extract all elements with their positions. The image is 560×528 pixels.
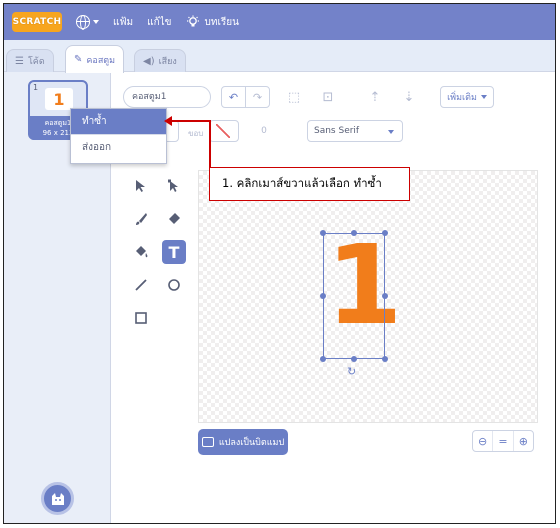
arrow-pointer-icon <box>136 180 145 192</box>
font-dropdown[interactable]: Sans Serif <box>307 120 403 142</box>
tab-code[interactable]: ☰ โค้ด <box>6 49 54 72</box>
zoom-reset-button[interactable]: = <box>493 431 514 451</box>
reshape-tool[interactable] <box>162 174 186 198</box>
more-label: เพิ่มเติม <box>447 93 477 103</box>
undo-icon: ↶ <box>228 90 239 104</box>
editor-tabs: ☰ โค้ด ✎ คอสตูม ◀) เสียง <box>4 40 555 73</box>
tab-code-label: โค้ด <box>27 57 45 67</box>
costume-context-menu: ทำซ้ำ ส่งออก <box>70 108 167 164</box>
cat-icon <box>51 492 64 505</box>
rotate-handle-icon[interactable]: ↻ <box>347 365 356 378</box>
menu-item-duplicate[interactable]: ทำซ้ำ <box>71 109 166 134</box>
resize-handle[interactable] <box>351 230 357 236</box>
menu-item-export[interactable]: ส่งออก <box>71 135 166 160</box>
menu-bar: SCRATCH แฟ้ม แก้ไข บทเรียน <box>4 4 555 40</box>
costume-thumbnail: 1 <box>45 88 73 110</box>
selection-box[interactable] <box>323 233 385 359</box>
annotation-connector <box>209 120 211 168</box>
brush-tool[interactable] <box>129 207 153 231</box>
image-icon <box>201 437 214 447</box>
outline-label: ขอบ <box>188 129 204 138</box>
line-icon <box>135 279 147 291</box>
rectangle-icon <box>135 312 147 324</box>
font-label: Sans Serif <box>314 126 360 136</box>
zoom-in-button[interactable]: ⊕ <box>514 431 533 451</box>
tab-sounds[interactable]: ◀) เสียง <box>134 49 186 72</box>
tab-sounds-label: เสียง <box>158 57 177 67</box>
outline-width-input[interactable]: 0 <box>249 120 279 142</box>
circle-icon <box>168 279 180 291</box>
tab-costumes[interactable]: ✎ คอสตูม <box>65 45 125 73</box>
convert-label: แปลงเป็นบิตแมป <box>218 438 285 448</box>
costume-number: 1 <box>33 83 39 92</box>
resize-handle[interactable] <box>351 356 357 362</box>
brush-icon <box>136 213 147 225</box>
redo-button[interactable]: ↷ <box>245 86 270 108</box>
brush-icon: ✎ <box>74 54 83 65</box>
resize-handle[interactable] <box>320 230 326 236</box>
eraser-tool[interactable] <box>162 207 186 231</box>
speaker-icon: ◀) <box>143 55 155 67</box>
screenshot-frame: SCRATCH แฟ้ม แก้ไข บทเรียน ☰ โค้ด ✎ คอสต… <box>3 3 556 524</box>
redo-icon: ↷ <box>252 90 263 104</box>
convert-to-bitmap-button[interactable]: แปลงเป็นบิตแมป <box>198 429 288 455</box>
lightbulb-icon <box>186 15 199 27</box>
annotation-callout: 1. คลิกเมาส์ขวาแล้วเลือก ทำซ้ำ <box>209 167 410 201</box>
chevron-down-icon <box>480 95 487 99</box>
annotation-connector <box>170 120 211 122</box>
reshape-icon <box>168 179 178 192</box>
outline-color-swatch[interactable] <box>209 120 239 142</box>
edit-menu[interactable]: แก้ไข <box>147 15 171 30</box>
zoom-out-button[interactable]: ⊖ <box>473 431 494 451</box>
resize-handle[interactable] <box>382 230 388 236</box>
backward-button[interactable]: ⇣ <box>398 86 420 108</box>
forward-button[interactable]: ⇡ <box>364 86 386 108</box>
paint-bucket-icon <box>135 246 147 258</box>
resize-handle[interactable] <box>382 293 388 299</box>
eraser-icon <box>169 213 180 224</box>
more-button[interactable]: เพิ่มเติม <box>440 86 494 108</box>
undo-button[interactable]: ↶ <box>221 86 246 108</box>
text-tool[interactable]: T <box>162 240 186 264</box>
file-menu[interactable]: แฟ้ม <box>113 15 133 30</box>
tutorials-menu[interactable]: บทเรียน <box>186 15 239 30</box>
add-costume-button[interactable] <box>41 482 74 515</box>
tab-costumes-label: คอสตูม <box>86 55 116 66</box>
scratch-logo[interactable]: SCRATCH <box>12 12 62 32</box>
select-tool[interactable] <box>129 174 153 198</box>
resize-handle[interactable] <box>382 356 388 362</box>
code-blocks-icon: ☰ <box>15 55 24 67</box>
ungroup-button[interactable]: ⊡ <box>317 86 339 108</box>
chevron-down-icon <box>93 20 99 24</box>
arrow-up-icon: ⇡ <box>369 89 381 105</box>
globe-icon <box>76 15 90 30</box>
arrow-down-icon: ⇣ <box>403 89 415 105</box>
resize-handle[interactable] <box>320 293 326 299</box>
paint-editor: คอสตูม1 ↶ ↷ ⬚ ⊡ ⇡ ⇣ เพิ่มเติม ขอบ 0 Sans… <box>112 72 555 523</box>
ungroup-icon: ⊡ <box>322 89 334 105</box>
text-t-icon: T <box>168 242 180 262</box>
resize-handle[interactable] <box>320 356 326 362</box>
circle-tool[interactable] <box>162 273 186 297</box>
annotation-arrow-icon <box>164 116 172 126</box>
fill-tool[interactable] <box>129 240 153 264</box>
costume-name-input[interactable]: คอสตูม1 <box>123 86 211 108</box>
paint-canvas[interactable]: 1 ↻ <box>198 170 538 423</box>
group-icon: ⬚ <box>287 89 301 105</box>
chevron-down-icon <box>388 130 394 134</box>
group-button[interactable]: ⬚ <box>283 86 305 108</box>
line-tool[interactable] <box>129 273 153 297</box>
zoom-controls: ⊖ = ⊕ <box>472 430 534 452</box>
tutorials-label: บทเรียน <box>204 16 239 28</box>
rectangle-tool[interactable] <box>129 306 153 330</box>
language-menu[interactable] <box>76 15 99 30</box>
